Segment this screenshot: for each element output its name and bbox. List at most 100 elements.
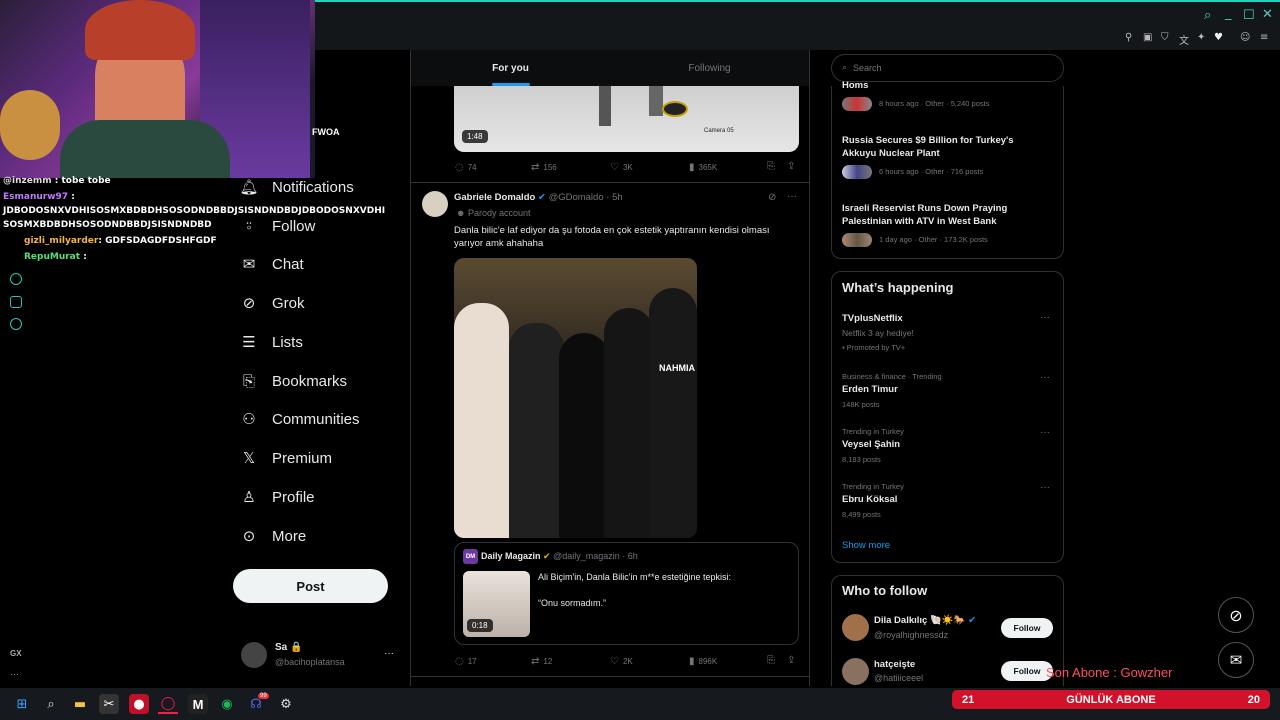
nav-chat[interactable]: ✉ Chat [240,249,304,279]
photo-person [509,323,564,538]
trend-name[interactable]: Erden Timur [842,384,898,395]
search-icon[interactable]: ⌕ [1204,8,1211,23]
grok-icon[interactable]: ⊘ [768,192,776,203]
spotify-icon[interactable]: ◉ [217,694,237,714]
show-more-link[interactable]: Show more [842,540,890,551]
trend-promoted: ▪ Promoted by TV+ [842,343,906,352]
news-title[interactable]: Homs [842,80,868,91]
avatar[interactable] [422,191,448,217]
profile-icon: ♙ [242,488,256,506]
mail-icon: ✉ [242,255,256,273]
follow-button[interactable]: Follow [1001,618,1053,638]
news-avatars [842,97,872,111]
reply-button[interactable]: ◌ 74 [455,162,477,173]
tweet-photo[interactable]: NAHMIA [454,258,697,538]
search-input[interactable]: ⌕ Search [831,54,1064,82]
chat-line: gizli_milyarder: GDFSDAGDFDSHFGDF [24,236,217,246]
chat-partial-text: FWOA [312,127,340,137]
file-explorer-icon[interactable]: ▬ [70,694,90,714]
quote-handle: @daily_magazin [553,551,620,561]
extensions-icon[interactable]: ✦ [1197,32,1205,43]
nav-more[interactable]: ⊙ More [240,521,306,551]
nav-notifications[interactable]: 🔔︎ Notifications [239,172,353,202]
avatar[interactable] [241,642,267,668]
post-button[interactable]: Post [233,569,388,603]
suggested-user-name[interactable]: hatçeişte [874,659,915,670]
floor-marker [662,101,688,117]
clock-icon[interactable] [10,273,22,285]
views-button[interactable]: ▮ 365K [689,162,717,173]
nav-profile[interactable]: ♙ Profile [240,482,314,512]
nav-grok[interactable]: ⊘ Grok [240,288,305,318]
bookmark-button[interactable]: ⎘ [767,161,775,172]
grok-fab-icon[interactable]: ⊘ [1218,597,1254,633]
account-more-icon[interactable]: ··· [384,648,394,659]
mx-app-icon[interactable]: M [188,694,208,714]
windows-start-icon[interactable]: ⊞ [12,694,32,714]
more-icon[interactable]: ··· [10,669,19,679]
minimize-icon[interactable]: _ [1225,6,1232,21]
share-button[interactable]: ⇪ [787,655,795,666]
close-icon[interactable]: ✕ [1262,7,1273,22]
tweet-more-icon[interactable]: ··· [787,191,797,202]
share-button[interactable]: ⇪ [787,161,795,172]
opera-gx-icon[interactable]: ◯ [158,694,178,714]
maximize-icon[interactable]: ☐ [1243,8,1255,23]
nav-lists[interactable]: ☰ Lists [240,327,303,357]
tab-for-you[interactable]: For you [411,50,610,86]
translate-icon[interactable]: 文 [1179,32,1189,47]
like-button[interactable]: ♡ 3K [610,162,633,173]
views-button[interactable]: ▮ 896K [689,656,717,667]
news-title[interactable]: Akkuyu Nuclear Plant [842,148,940,159]
nav-bookmarks[interactable]: ⎘ Bookmarks [240,366,347,396]
steam-icon[interactable]: ⚙ [276,694,296,714]
suggested-user-name[interactable]: Dila Dalkılıç 🐚☀️🐎 ✔ [874,615,976,626]
menu-icon[interactable]: ≡ [1260,32,1268,43]
quote-video-thumbnail[interactable]: 0:18 [463,571,530,637]
author-name[interactable]: Gabriele Domaldo [454,192,535,203]
bookmark-icon: ⎘ [242,372,255,390]
search-icon[interactable]: ⌕ [41,694,61,714]
repost-button[interactable]: ⇄ 12 [531,656,552,667]
reply-button[interactable]: ◌ 17 [455,656,477,667]
nav-follow[interactable]: ⍤ Follow [240,211,315,241]
repost-button[interactable]: ⇄ 156 [531,162,557,173]
trend-more-icon[interactable]: ··· [1040,482,1050,493]
suggested-user-handle: @royalhighnessdz [874,630,949,640]
nav-premium[interactable]: 𝕏 Premium [240,443,332,473]
bookmark-button[interactable]: ⎘ [767,655,775,666]
news-title[interactable]: Israeli Reservist Runs Down Praying [842,203,1007,214]
quote-author[interactable]: Daily Magazin [481,551,541,561]
share-icon: ⇪ [787,161,796,172]
news-title[interactable]: Russia Secures $9 Billion for Turkey's [842,135,1014,146]
messages-fab-icon[interactable]: ✉ [1218,642,1254,678]
like-button[interactable]: ♡ 2K [610,656,633,667]
repost-icon: ⇄ [531,656,540,667]
avatar[interactable] [842,658,869,685]
avatar[interactable] [842,614,869,641]
snapshot-icon[interactable]: ▣ [1143,32,1152,43]
trend-more-icon[interactable]: ··· [1040,372,1050,383]
author-handle[interactable]: @GDomaldo [549,192,604,203]
mask-icon: ☻ [456,208,468,218]
news-title[interactable]: Palestinian with ATV in West Bank [842,216,997,227]
video-figure [649,86,663,116]
trend-more-icon[interactable]: ··· [1040,312,1050,323]
nav-communities[interactable]: ⚇ Communities [240,404,359,434]
share-icon[interactable] [10,296,22,308]
trend-name[interactable]: TVplusNetflix [842,313,903,324]
shield-icon[interactable]: ⛉ [1161,32,1169,43]
trend-more-icon[interactable]: ··· [1040,427,1050,438]
video-thumbnail[interactable]: Camera 05 1:48 [454,86,799,152]
account-icon[interactable]: ☺ [1240,32,1250,43]
heart-icon[interactable]: ♥ [1214,32,1223,43]
snipping-icon[interactable]: ✂ [99,694,119,714]
news-avatars [842,233,872,247]
news-meta: 6 hours ago · Other · 716 posts [879,167,984,176]
pin-icon[interactable]: ⚲ [1125,32,1132,43]
tab-following[interactable]: Following [610,50,809,86]
settings-icon[interactable] [10,318,22,330]
red-app-icon[interactable]: ● [129,694,149,714]
trend-name[interactable]: Veysel Şahin [842,439,900,450]
trend-name[interactable]: Ebru Köksal [842,494,897,505]
